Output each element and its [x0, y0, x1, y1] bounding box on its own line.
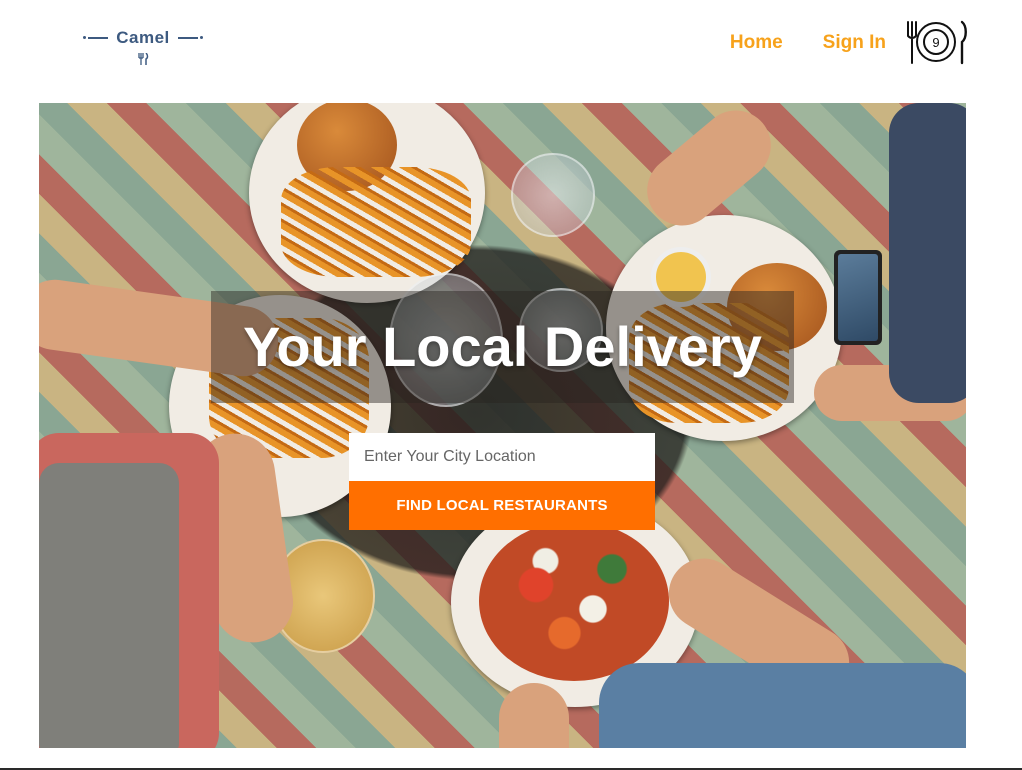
glass-image	[511, 153, 595, 237]
arm-image-6	[499, 683, 569, 748]
person-image	[889, 103, 966, 403]
jeans-image	[599, 663, 966, 748]
hero-banner	[39, 103, 966, 748]
nav-home-link[interactable]: Home	[730, 31, 783, 55]
main-nav: Home Sign In	[730, 31, 886, 55]
hero-headline: Your Local Delivery	[243, 315, 762, 378]
logo-divider-right	[177, 36, 203, 39]
phone-image	[834, 250, 882, 345]
nav-sign-in-link[interactable]: Sign In	[823, 31, 886, 55]
fries-image	[281, 167, 471, 277]
brand-logo[interactable]: Camel	[77, 24, 209, 72]
cart-count: 9	[932, 35, 939, 50]
utensils-icon	[138, 53, 149, 65]
brand-name: Camel	[116, 28, 170, 47]
city-location-input[interactable]	[349, 433, 655, 481]
salad-image	[479, 521, 669, 681]
plate-cutlery-icon[interactable]: 9	[905, 20, 967, 65]
find-restaurants-button[interactable]: FIND LOCAL RESTAURANTS	[349, 481, 655, 530]
logo-divider-left	[83, 36, 109, 39]
shirt-image-2	[39, 463, 179, 748]
